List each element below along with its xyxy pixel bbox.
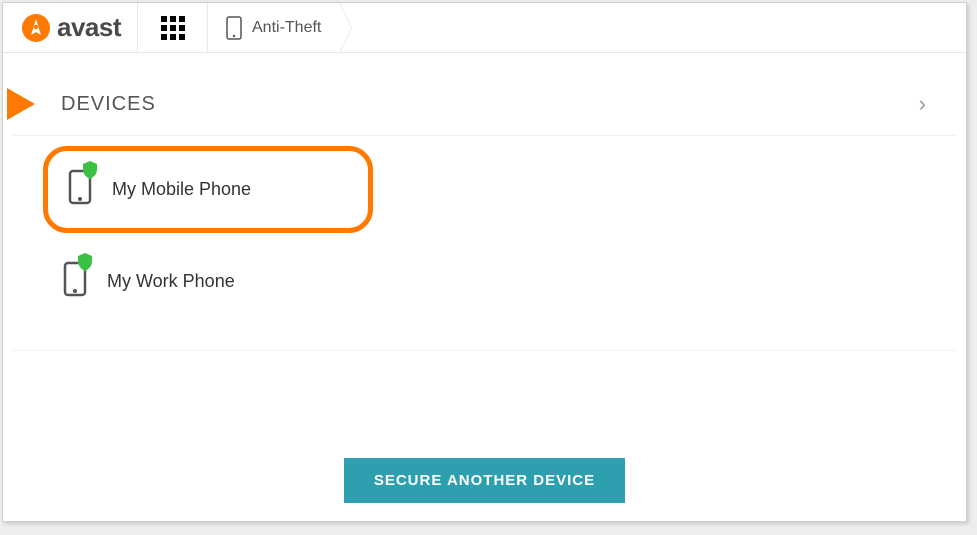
device-item-work[interactable]: My Work Phone	[43, 243, 373, 320]
devices-section-header[interactable]: DEVICES ›	[13, 73, 956, 136]
footer-actions: SECURE ANOTHER DEVICE	[3, 458, 966, 503]
shield-icon	[77, 253, 93, 271]
app-window: avast Anti-Theft DEVICES ›	[2, 2, 967, 522]
device-item-mobile[interactable]: My Mobile Phone	[43, 146, 373, 233]
secure-another-device-button[interactable]: SECURE ANOTHER DEVICE	[344, 458, 625, 503]
avast-logo-icon	[19, 11, 53, 45]
section-title: DEVICES	[61, 93, 156, 116]
shield-icon	[82, 161, 98, 179]
phone-icon	[226, 16, 242, 40]
device-list: My Mobile Phone My Work Phone	[13, 136, 956, 351]
device-label: My Mobile Phone	[112, 179, 251, 200]
phone-icon	[63, 261, 87, 302]
breadcrumb-anti-theft[interactable]: Anti-Theft	[208, 3, 340, 52]
brand-logo[interactable]: avast	[3, 3, 138, 52]
phone-icon	[68, 169, 92, 210]
apps-grid-button[interactable]	[138, 3, 208, 52]
chevron-right-icon: ›	[919, 91, 926, 117]
play-triangle-icon	[7, 88, 35, 120]
grid-icon	[161, 16, 185, 40]
device-label: My Work Phone	[107, 271, 235, 292]
brand-name: avast	[57, 12, 121, 43]
main-content: DEVICES › My Mobile Phone	[3, 53, 966, 361]
breadcrumb-label: Anti-Theft	[252, 19, 321, 37]
header-bar: avast Anti-Theft	[3, 3, 966, 53]
